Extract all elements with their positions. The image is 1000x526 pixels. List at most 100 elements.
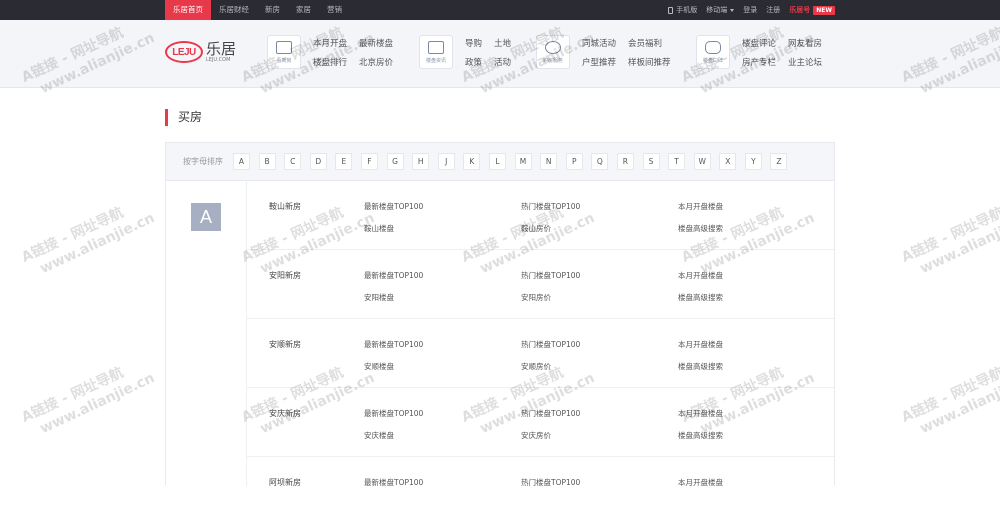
city-link[interactable]: 本月开盘楼盘 xyxy=(678,339,723,350)
city-link[interactable]: 最新楼盘TOP100 xyxy=(364,270,423,281)
city-link[interactable]: 楼盘高级搜索 xyxy=(678,430,723,441)
city-name[interactable]: 安庆新房 xyxy=(269,408,301,419)
topnav-marketing[interactable]: 营销 xyxy=(319,0,350,20)
nav-link[interactable]: 样板间推荐 xyxy=(628,58,671,69)
letter-filter-a[interactable]: A xyxy=(233,153,250,170)
city-link[interactable]: 本月开盘楼盘 xyxy=(678,408,723,419)
letter-filter-f[interactable]: F xyxy=(360,153,378,170)
mobile-link[interactable]: 手机版 xyxy=(668,5,697,15)
topnav-newhouse[interactable]: 新房 xyxy=(257,0,288,20)
user-icon xyxy=(545,40,561,54)
letter-filter-k[interactable]: K xyxy=(463,153,481,170)
nav-link[interactable]: 网友看房 xyxy=(788,39,822,50)
nav-link[interactable]: 户型推荐 xyxy=(582,58,616,69)
city-dropdown[interactable]: 移动端 xyxy=(706,5,735,15)
letter-filter-g[interactable]: G xyxy=(386,153,404,170)
city-name[interactable]: 安顺新房 xyxy=(269,339,301,350)
letter-filter-p[interactable]: P xyxy=(565,153,583,170)
city-link[interactable]: 安阳房价 xyxy=(521,292,551,303)
chevron-down-icon xyxy=(730,8,735,12)
nav-icon-newhouse[interactable]: 看新房 xyxy=(267,35,301,69)
letter-filter-n[interactable]: N xyxy=(540,153,558,170)
city-link[interactable]: 最新楼盘TOP100 xyxy=(364,201,423,212)
nav-link[interactable]: 楼盘评论 xyxy=(742,39,776,50)
nav-link[interactable]: 政策 xyxy=(465,58,482,69)
city-link[interactable]: 本月开盘楼盘 xyxy=(678,270,723,281)
city-name[interactable]: 鞍山新房 xyxy=(269,201,301,212)
city-row: 安庆新房 最新楼盘TOP100 热门楼盘TOP100 本月开盘楼盘 安庆楼盘 安… xyxy=(247,388,834,457)
city-link[interactable]: 鞍山房价 xyxy=(521,223,551,234)
city-link[interactable]: 安庆房价 xyxy=(521,430,551,441)
city-link[interactable]: 最新楼盘TOP100 xyxy=(364,408,423,419)
letter-filter-t[interactable]: T xyxy=(668,153,686,170)
letter-filter-y[interactable]: Y xyxy=(744,153,762,170)
city-link[interactable]: 安顺楼盘 xyxy=(364,361,394,372)
letter-filter-x[interactable]: X xyxy=(719,153,737,170)
top-right-links: 手机版 移动端 登录 注册 乐居号 NEW xyxy=(659,0,835,20)
city-link[interactable]: 楼盘高级搜索 xyxy=(678,292,723,303)
letter-filter-m[interactable]: M xyxy=(514,153,532,170)
city-link[interactable]: 热门楼盘TOP100 xyxy=(521,477,580,488)
topnav-home[interactable]: 乐居首页 xyxy=(165,0,211,20)
nav-link[interactable]: 业主论坛 xyxy=(788,58,822,69)
nav-link[interactable]: 活动 xyxy=(494,58,511,69)
letter-filter-b[interactable]: B xyxy=(258,153,276,170)
lejuhao-link[interactable]: 乐居号 NEW xyxy=(789,5,835,15)
logo-cn: 乐居 xyxy=(206,40,237,58)
city-link[interactable]: 楼盘高级搜索 xyxy=(678,361,723,372)
register-link[interactable]: 注册 xyxy=(766,5,780,15)
topnav-home-decor[interactable]: 家居 xyxy=(288,0,319,20)
nav-link[interactable]: 最新楼盘 xyxy=(359,39,393,50)
nav-link[interactable]: 同城活动 xyxy=(582,39,616,50)
nav-icon-service[interactable]: 购房服务 xyxy=(536,35,570,69)
city-link[interactable]: 本月开盘楼盘 xyxy=(678,201,723,212)
letter-filter-s[interactable]: S xyxy=(642,153,660,170)
nav-icon-reviews[interactable]: 楼盘口碑 xyxy=(696,35,730,69)
nav-icon-news[interactable]: 楼盘资讯 xyxy=(419,35,453,69)
top-nav: 乐居首页 乐居财经 新房 家居 营销 xyxy=(165,0,350,20)
city-link[interactable]: 热门楼盘TOP100 xyxy=(521,408,580,419)
city-link[interactable]: 楼盘高级搜索 xyxy=(678,223,723,234)
current-letter-badge: A xyxy=(191,203,221,231)
city-link[interactable]: 热门楼盘TOP100 xyxy=(521,201,580,212)
nav-link[interactable]: 房产专栏 xyxy=(742,58,776,69)
nav-link[interactable]: 楼盘排行 xyxy=(313,58,347,69)
nav-link[interactable]: 北京房价 xyxy=(359,58,393,69)
city-link[interactable]: 鞍山楼盘 xyxy=(364,223,394,234)
city-link[interactable]: 最新楼盘TOP100 xyxy=(364,339,423,350)
nav-link[interactable]: 土地 xyxy=(494,39,511,50)
city-name[interactable]: 阿坝新房 xyxy=(269,477,301,488)
nav-link[interactable]: 本月开盘 xyxy=(313,39,347,50)
city-link[interactable]: 热门楼盘TOP100 xyxy=(521,339,580,350)
city-link[interactable]: 最新楼盘TOP100 xyxy=(364,477,423,488)
leju-logo[interactable]: LEJU 乐居 LEJU.COM xyxy=(165,41,236,63)
letter-filter-e[interactable]: E xyxy=(335,153,353,170)
watermark: A链接 - 网址导航www.alianjie.cn xyxy=(899,364,1000,438)
city-link[interactable]: 热门楼盘TOP100 xyxy=(521,270,580,281)
nav-link[interactable]: 导购 xyxy=(465,39,482,50)
logo-en: LEJU.COM xyxy=(206,57,231,63)
letter-filter-j[interactable]: J xyxy=(437,153,455,170)
city-name[interactable]: 安阳新房 xyxy=(269,270,301,281)
chat-icon xyxy=(705,40,721,54)
watermark: A链接 - 网址导航www.alianjie.cn xyxy=(19,204,158,278)
city-link[interactable]: 安阳楼盘 xyxy=(364,292,394,303)
newspaper-icon xyxy=(428,40,444,54)
nav-link[interactable]: 会员福利 xyxy=(628,39,671,50)
city-link[interactable]: 本月开盘楼盘 xyxy=(678,477,723,488)
letter-filter-c[interactable]: C xyxy=(284,153,302,170)
letter-filter-w[interactable]: W xyxy=(693,153,711,170)
letter-filter-z[interactable]: Z xyxy=(770,153,788,170)
letter-filter-h[interactable]: H xyxy=(412,153,430,170)
alphabet-filter: 按字母排序 ABCDEFGHJKLMNPQRSTWXYZ xyxy=(166,143,834,181)
topnav-finance[interactable]: 乐居财经 xyxy=(211,0,257,20)
letter-filter-d[interactable]: D xyxy=(309,153,327,170)
watermark: A链接 - 网址导航www.alianjie.cn xyxy=(899,204,1000,278)
city-link[interactable]: 安庆楼盘 xyxy=(364,430,394,441)
letter-filter-l[interactable]: L xyxy=(488,153,506,170)
logo-mark: LEJU xyxy=(165,41,203,63)
letter-filter-q[interactable]: Q xyxy=(591,153,609,170)
city-link[interactable]: 安顺房价 xyxy=(521,361,551,372)
letter-filter-r[interactable]: R xyxy=(616,153,634,170)
login-link[interactable]: 登录 xyxy=(743,5,757,15)
